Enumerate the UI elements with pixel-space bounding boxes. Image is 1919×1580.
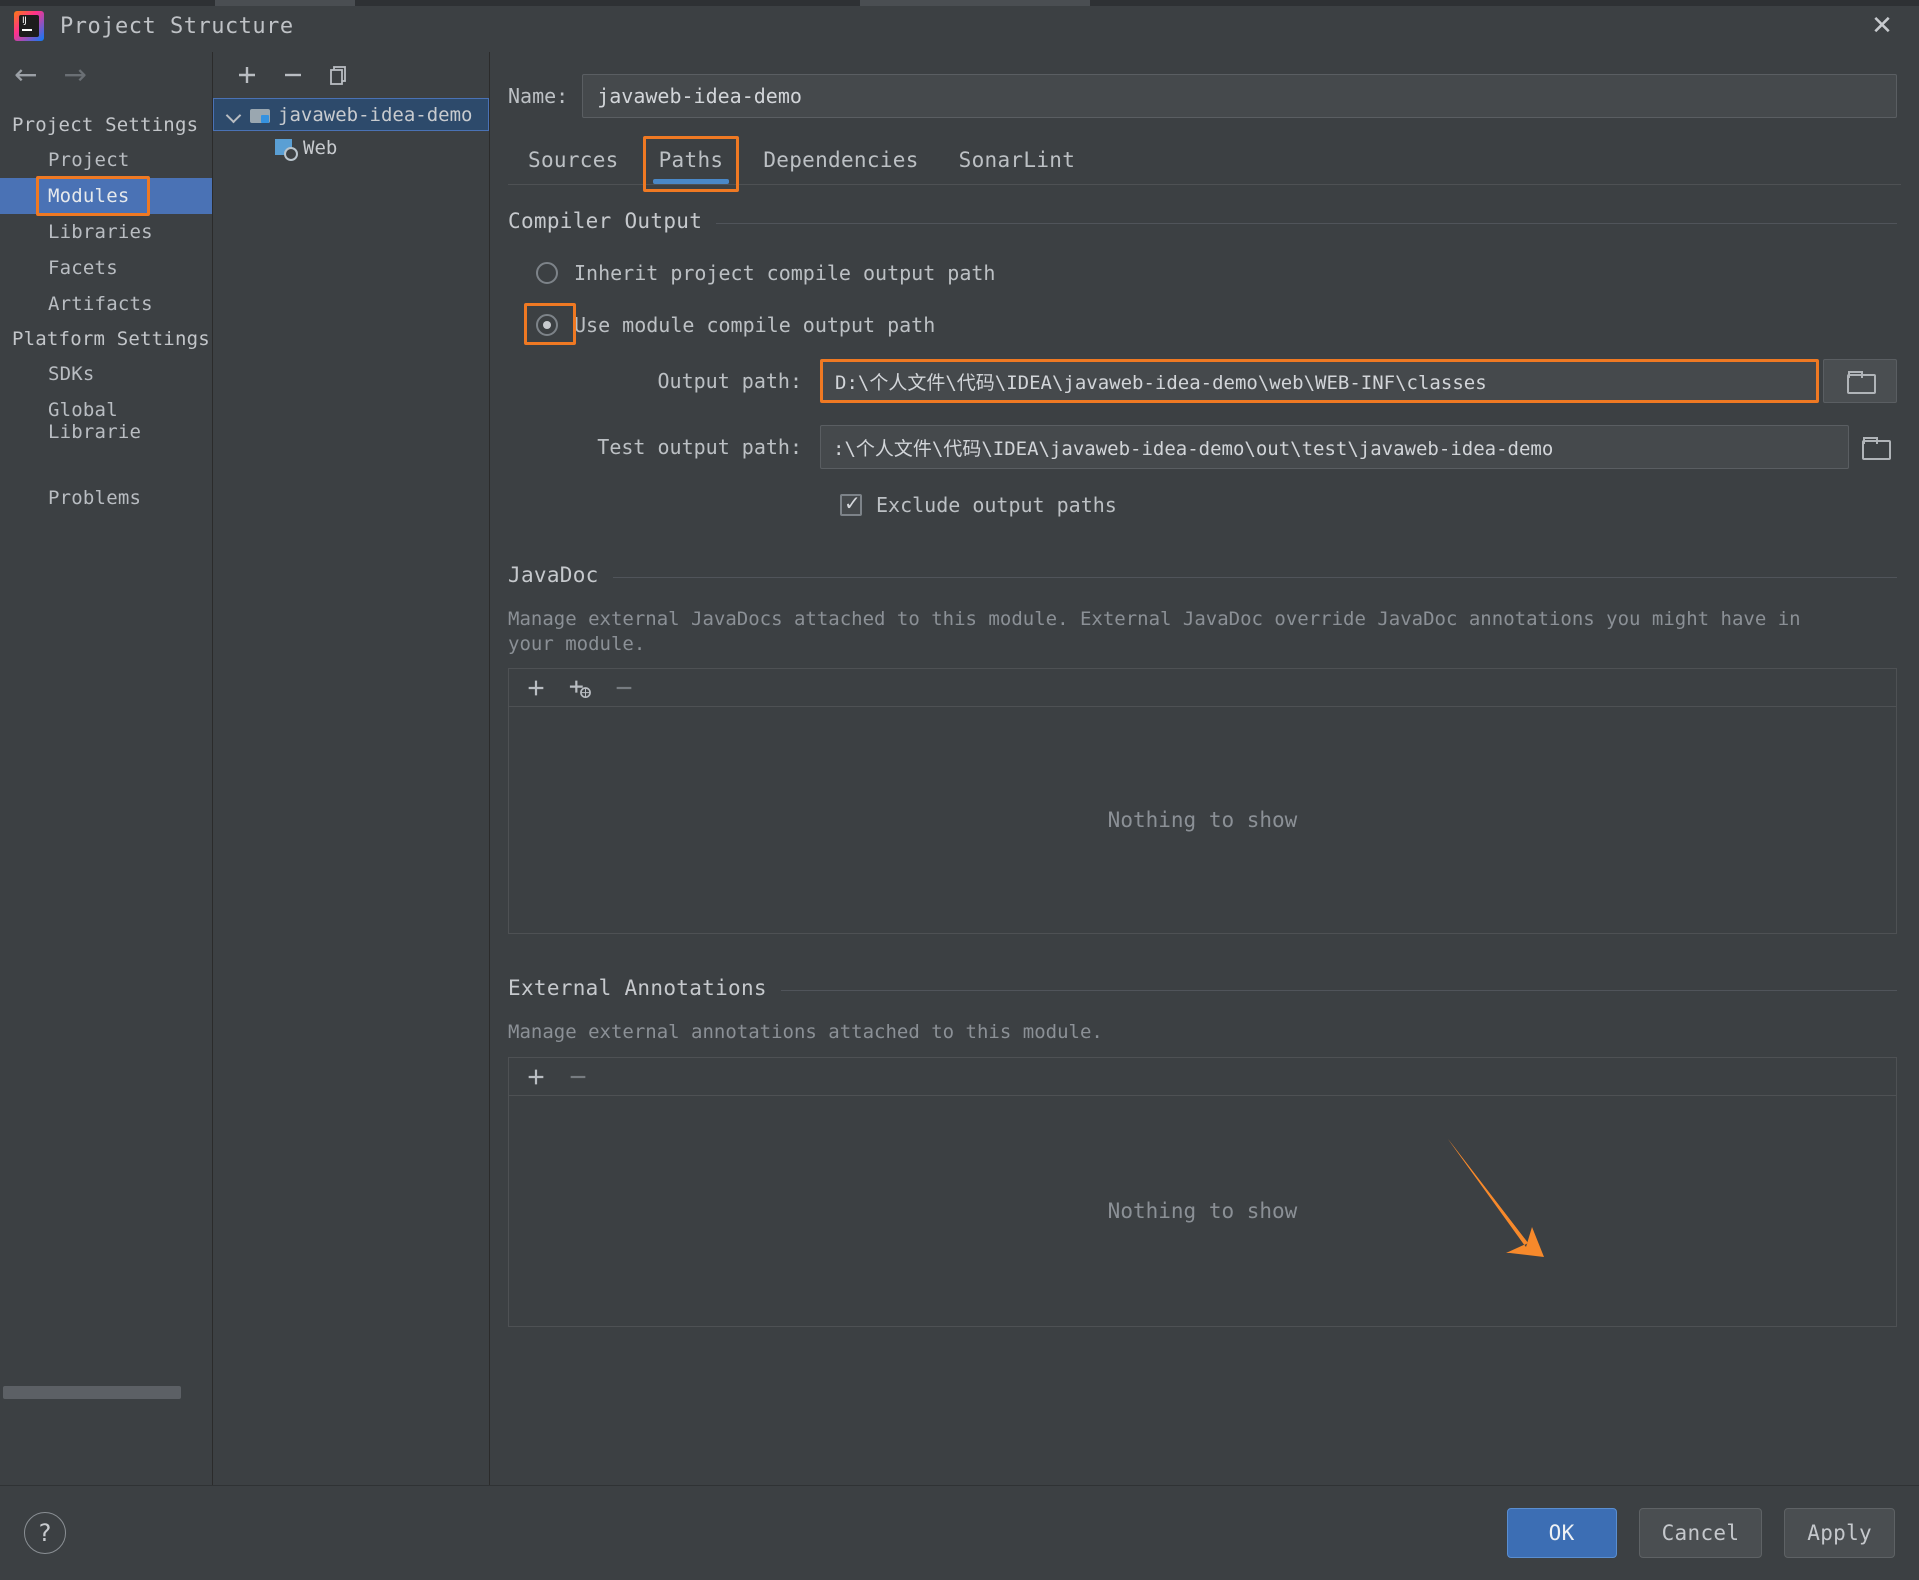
dialog-body: ← → Project Settings Project Modules Lib… — [0, 52, 1919, 1485]
dialog-titlebar: IJ Project Structure ✕ — [0, 0, 1919, 52]
remove-module-button[interactable] — [281, 63, 305, 87]
folder-browse-icon — [1847, 371, 1876, 394]
use-module-output-radio-row[interactable]: Use module compile output path — [490, 303, 1919, 345]
tab-sonarlint[interactable]: SonarLint — [939, 144, 1096, 184]
test-output-path-input[interactable]: :\个人文件\代码\IDEA\javaweb-idea-demo\out\tes… — [820, 425, 1849, 469]
sidebar-item-facets[interactable]: Facets — [0, 250, 212, 286]
project-structure-dialog: IJ Project Structure ✕ ← → Project Setti… — [0, 0, 1919, 1580]
remove-javadoc-button[interactable] — [613, 677, 635, 699]
test-output-path-row: Test output path: :\个人文件\代码\IDEA\javaweb… — [490, 425, 1919, 469]
footer-button-group: OK Cancel Apply — [1506, 1508, 1895, 1558]
sidebar-horizontal-scrollbar[interactable] — [0, 1383, 213, 1401]
test-output-path-browse-button[interactable] — [1853, 425, 1897, 469]
output-path-browse-button[interactable] — [1823, 359, 1897, 403]
inherit-output-label: Inherit project compile output path — [574, 261, 996, 285]
javadoc-toolbar — [508, 668, 1897, 707]
sidebar-item-sdks[interactable]: SDKs — [0, 356, 212, 392]
intellij-idea-icon: IJ — [14, 11, 44, 41]
external-annotations-toolbar — [508, 1057, 1897, 1096]
add-annotation-button[interactable] — [525, 1066, 547, 1088]
settings-sidebar: ← → Project Settings Project Modules Lib… — [0, 52, 213, 1485]
module-tree-toolbar — [213, 52, 489, 98]
section-divider — [780, 989, 1897, 991]
tab-dependencies[interactable]: Dependencies — [743, 144, 938, 184]
tree-node-label: javaweb-idea-demo — [278, 103, 473, 126]
section-title: External Annotations — [508, 976, 767, 1001]
use-module-output-radio[interactable] — [536, 314, 558, 336]
tab-label: Sources — [528, 148, 619, 172]
exclude-output-paths-label: Exclude output paths — [876, 493, 1117, 517]
paths-scroll-area: Compiler Output Inherit project compile … — [490, 185, 1919, 1485]
apply-button[interactable]: Apply — [1784, 1508, 1895, 1558]
module-name-label: Name: — [508, 84, 569, 108]
javadoc-empty-list: Nothing to show — [508, 706, 1897, 935]
section-divider — [716, 222, 1897, 224]
tab-label: SonarLint — [958, 148, 1076, 172]
remove-annotation-button[interactable] — [567, 1066, 589, 1088]
compiler-output-section-header: Compiler Output — [490, 185, 1919, 233]
module-folder-icon — [250, 107, 270, 123]
sidebar-item-problems[interactable]: Problems — [0, 480, 212, 516]
tab-label: Dependencies — [763, 148, 919, 172]
sidebar-item-modules[interactable]: Modules — [0, 176, 212, 216]
close-icon[interactable]: ✕ — [1865, 9, 1899, 43]
output-path-row: Output path: D:\个人文件\代码\IDEA\javaweb-ide… — [490, 359, 1919, 403]
folder-browse-icon — [1862, 437, 1891, 460]
tab-paths[interactable]: Paths — [639, 136, 744, 192]
tab-label: Paths — [658, 148, 724, 172]
sidebar-scroll-thumb[interactable] — [3, 1386, 181, 1399]
sidebar-list: Project Settings Project Modules Librari… — [0, 98, 212, 516]
javadoc-empty-text: Nothing to show — [1107, 808, 1298, 833]
output-path-label: Output path: — [657, 369, 803, 393]
sidebar-item-global-libraries[interactable]: Global Librarie — [0, 392, 212, 450]
external-annotations-section-header: External Annotations — [490, 934, 1919, 1000]
dialog-footer: ? OK Cancel Apply — [0, 1485, 1919, 1580]
module-name-input[interactable]: javaweb-idea-demo — [582, 74, 1897, 118]
javadoc-description: Manage external JavaDocs attached to thi… — [508, 608, 1801, 655]
help-question-icon[interactable]: ? — [24, 1512, 66, 1554]
section-divider — [612, 576, 1897, 578]
sidebar-group-platform-settings: Platform Settings — [12, 328, 210, 350]
test-output-path-label: Test output path: — [597, 435, 802, 459]
module-tree-pane: javaweb-idea-demo Web — [213, 52, 490, 1485]
web-facet-icon — [275, 138, 298, 161]
module-name-row: Name: javaweb-idea-demo — [490, 52, 1919, 118]
tree-node-label: Web — [303, 136, 338, 159]
add-javadoc-url-button[interactable] — [567, 677, 593, 699]
arrow-left-icon[interactable]: ← — [14, 61, 37, 89]
module-tabs: Sources Paths Dependencies SonarLint — [490, 118, 1919, 192]
background-window-strip — [0, 0, 1919, 6]
add-module-button[interactable] — [235, 63, 259, 87]
cancel-button[interactable]: Cancel — [1638, 1508, 1763, 1558]
output-path-input[interactable]: D:\个人文件\代码\IDEA\javaweb-idea-demo\web\WE… — [820, 359, 1819, 403]
inherit-output-radio-row[interactable]: Inherit project compile output path — [490, 261, 1919, 285]
tree-node-javaweb-idea-demo[interactable]: javaweb-idea-demo — [213, 98, 489, 131]
section-title: JavaDoc — [508, 563, 599, 587]
external-annotations-empty-list: Nothing to show — [508, 1095, 1897, 1328]
external-annotations-empty-text: Nothing to show — [1107, 1199, 1298, 1224]
external-annotations-description: Manage external annotations attached to … — [508, 1021, 1103, 1044]
exclude-output-paths-checkbox[interactable] — [840, 491, 862, 516]
sidebar-item-label: Modules — [48, 185, 130, 207]
sidebar-item-project[interactable]: Project — [0, 142, 212, 178]
chevron-down-icon[interactable] — [226, 107, 242, 123]
javadoc-section-header: JavaDoc — [490, 517, 1919, 587]
sidebar-item-libraries[interactable]: Libraries — [0, 214, 212, 250]
copy-module-button[interactable] — [327, 63, 351, 87]
tab-sources[interactable]: Sources — [508, 144, 639, 184]
section-title: Compiler Output — [508, 209, 703, 233]
inherit-output-radio[interactable] — [536, 262, 558, 284]
sidebar-nav-toolbar: ← → — [0, 52, 212, 98]
add-javadoc-path-button[interactable] — [525, 677, 547, 699]
use-module-output-label: Use module compile output path — [574, 313, 936, 337]
module-detail-panel: Name: javaweb-idea-demo Sources Paths De… — [490, 52, 1919, 1485]
ok-button[interactable]: OK — [1506, 1508, 1617, 1558]
tree-node-web[interactable]: Web — [213, 131, 489, 164]
sidebar-item-artifacts[interactable]: Artifacts — [0, 286, 212, 322]
page-title: Project Structure — [60, 13, 294, 39]
arrow-right-icon[interactable]: → — [63, 61, 86, 89]
sidebar-group-project-settings: Project Settings — [12, 114, 199, 136]
exclude-output-paths-row[interactable]: Exclude output paths — [490, 491, 1919, 517]
